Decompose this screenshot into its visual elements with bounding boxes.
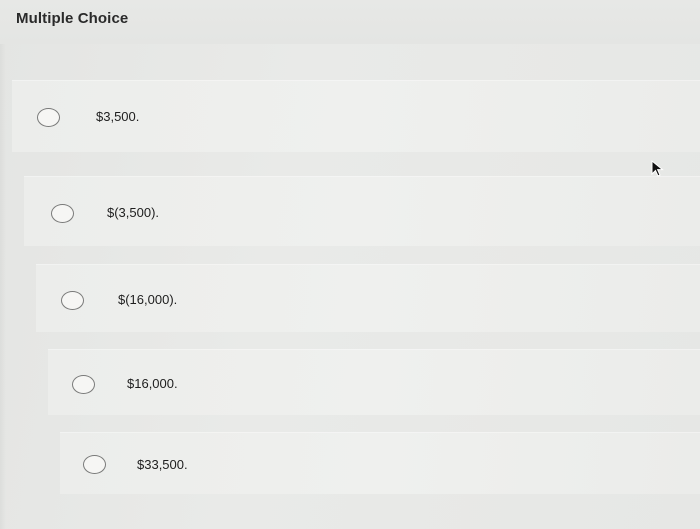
- option-label: $33,500.: [137, 457, 188, 472]
- radio-button-icon[interactable]: [61, 291, 84, 310]
- radio-button-icon[interactable]: [72, 375, 95, 394]
- option-label: $3,500.: [96, 109, 140, 124]
- option-4[interactable]: $16,000.: [48, 349, 700, 415]
- question-title: Multiple Choice: [16, 10, 129, 27]
- option-1[interactable]: $3,500.: [12, 80, 700, 152]
- option-label: $16,000.: [127, 376, 178, 391]
- mouse-pointer-icon: [651, 159, 664, 177]
- option-label: $(16,000).: [118, 292, 178, 307]
- radio-button-icon[interactable]: [83, 455, 106, 474]
- option-label: $(3,500).: [107, 205, 160, 220]
- option-2[interactable]: $(3,500).: [24, 176, 700, 246]
- question-header: Multiple Choice: [0, 0, 700, 44]
- radio-button-icon[interactable]: [51, 204, 74, 223]
- option-5[interactable]: $33,500.: [60, 432, 700, 494]
- multiple-choice-page: Multiple Choice $3,500. $(3,500). $(16,0…: [0, 0, 700, 529]
- left-shadow: [0, 44, 6, 529]
- radio-button-icon[interactable]: [37, 108, 60, 127]
- option-3[interactable]: $(16,000).: [36, 264, 700, 332]
